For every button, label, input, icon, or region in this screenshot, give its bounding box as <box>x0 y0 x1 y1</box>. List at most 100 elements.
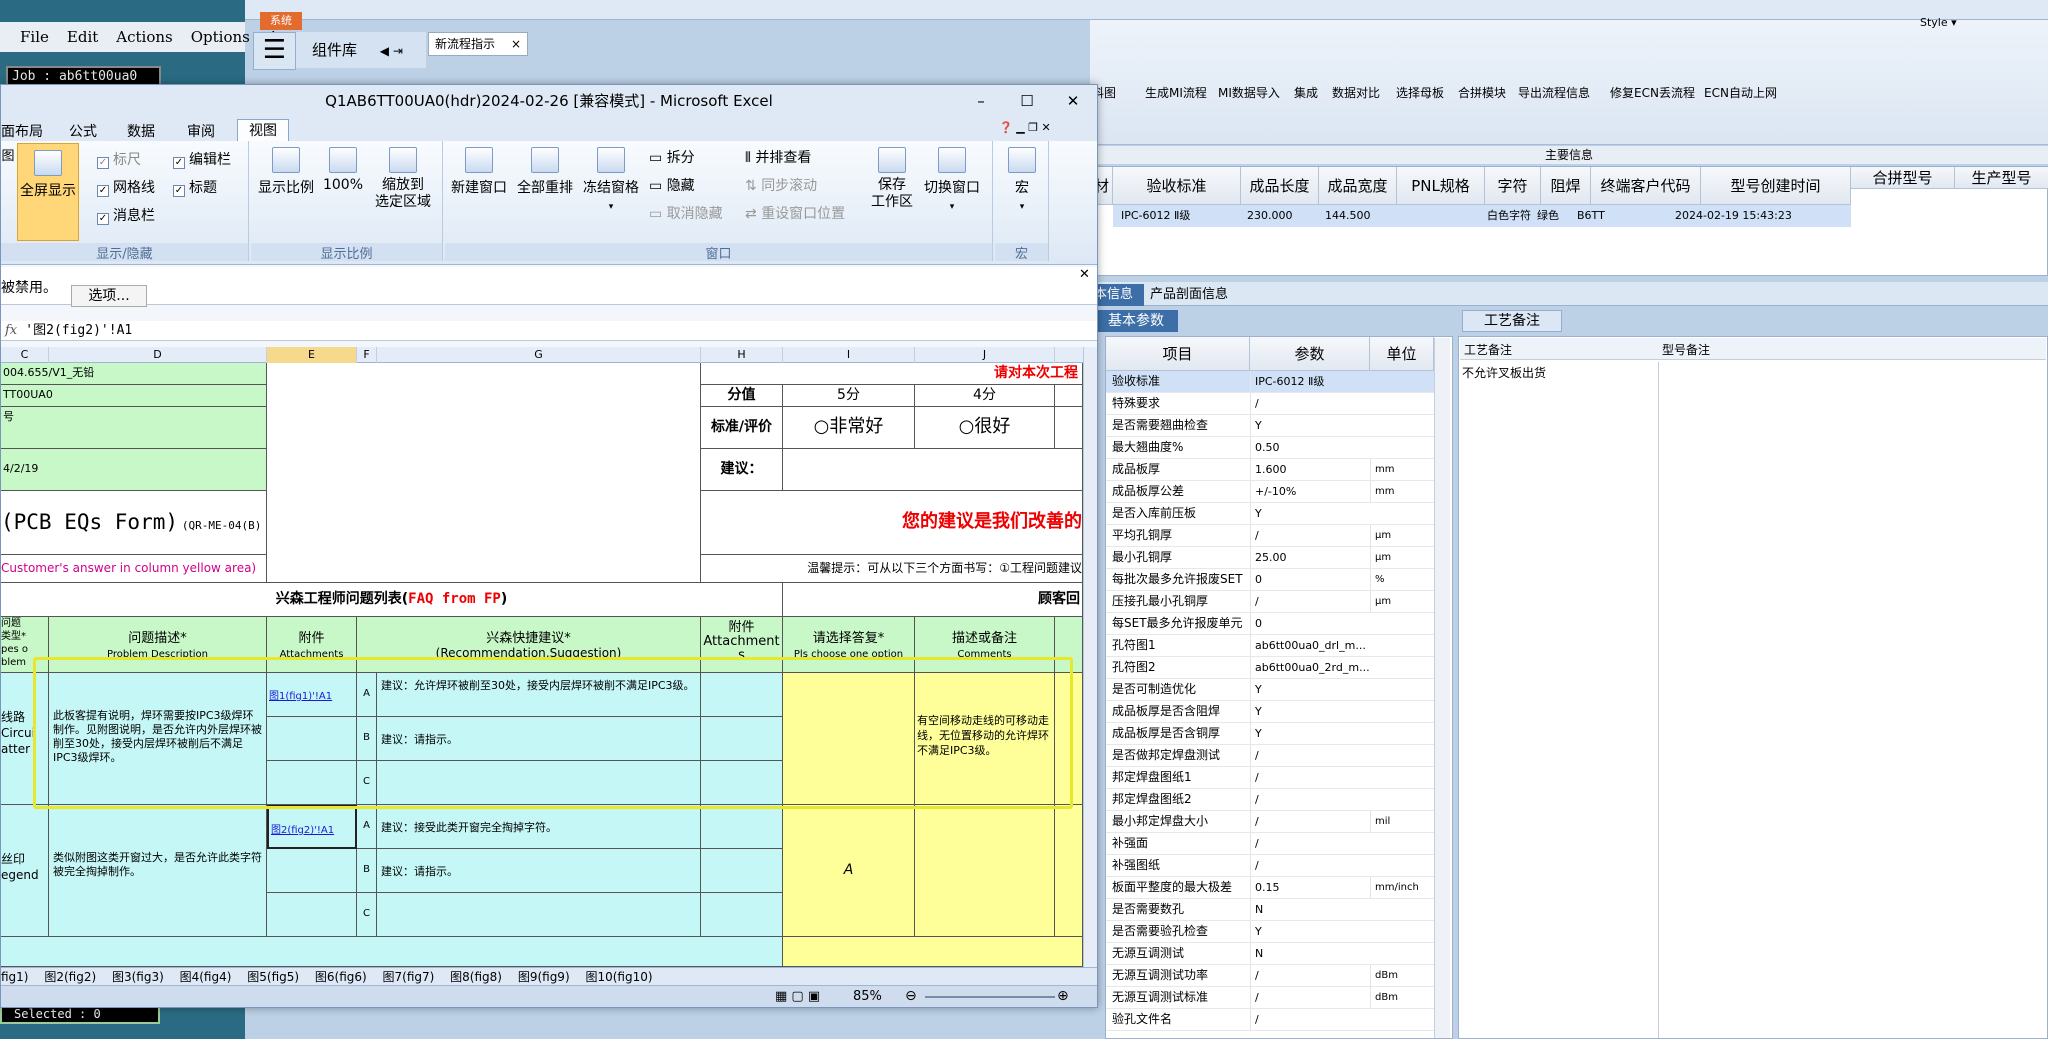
toolbar-item-1[interactable]: 生成MI流程 <box>1145 84 1207 101</box>
toolbar-item-4[interactable]: 数据对比 <box>1332 84 1380 101</box>
q3-answer[interactable] <box>783 937 1083 967</box>
toolbar-item-8[interactable]: 修复ECN丢流程 <box>1610 84 1695 101</box>
sync-scroll-button[interactable]: ⇅ 同步滚动 <box>745 175 817 195</box>
split-button[interactable]: ▭ 拆分 <box>649 147 695 167</box>
toolbar-item-5[interactable]: 选择母板 <box>1396 84 1444 101</box>
reset-position-button[interactable]: ⇄ 重设窗口位置 <box>745 203 845 223</box>
tab-basic-info[interactable]: 本信息 <box>1090 284 1144 306</box>
menu-actions[interactable]: Actions <box>116 28 172 46</box>
side-by-side-button[interactable]: ⫴ 并排查看 <box>745 147 811 167</box>
param-row[interactable]: 是否需要翘曲检查 Y <box>1106 415 1446 437</box>
sheet-tab[interactable]: 图7(fig7) <box>383 970 435 984</box>
switch-window-button[interactable]: 切换窗口 ▾ <box>917 147 987 213</box>
zoom-100-button[interactable]: 100% <box>321 147 365 193</box>
q2-attachment-link[interactable]: 图2(fig2)'!A1 <box>267 805 357 849</box>
column-header-f[interactable]: F <box>357 347 377 363</box>
param-row[interactable]: 成品板厚 1.600 mm <box>1106 459 1446 481</box>
q2-suggestion-b[interactable]: 建议：请指示。 <box>377 849 701 893</box>
view-mode-icons[interactable]: ▦ ▢ ▣ <box>775 989 820 1004</box>
q2-empty[interactable] <box>267 849 357 893</box>
param-row[interactable]: 每SET最多允许报废单元 0 <box>1106 613 1446 635</box>
new-flow-tab[interactable]: 新流程指示 × <box>428 32 528 56</box>
zoom-level[interactable]: 85% <box>853 989 882 1004</box>
hide-button[interactable]: ▭ 隐藏 <box>649 175 695 195</box>
sheet-tab[interactable]: 图5(fig5) <box>247 970 299 984</box>
param-row[interactable]: 特殊要求 / <box>1106 393 1446 415</box>
minimize-icon[interactable]: – <box>959 85 1003 117</box>
param-row[interactable]: 验收标准 IPC-6012 Ⅱ级 <box>1106 371 1446 393</box>
tab-review[interactable]: 审阅 <box>187 121 215 141</box>
q2-description[interactable]: 类似附图这类开窗过大，是否允许此类字符被完全掏掉制作。 <box>49 805 267 937</box>
tab-data[interactable]: 数据 <box>127 121 155 141</box>
param-row[interactable]: 邦定焊盘图纸2 / <box>1106 789 1446 811</box>
param-row[interactable]: 最小邦定焊盘大小 / mil <box>1106 811 1446 833</box>
ruler-checkbox[interactable]: ✓ 标尺 <box>97 149 141 169</box>
q2-attach2[interactable] <box>701 849 783 893</box>
message-bar-checkbox[interactable]: ✓ 消息栏 <box>97 205 155 225</box>
fullscreen-button[interactable]: 全屏显示 <box>17 143 79 241</box>
menu-options[interactable]: Options <box>191 28 250 46</box>
param-row[interactable]: 每批次最多允许报废SET 0% <box>1106 569 1446 591</box>
system-tab[interactable]: 系统 <box>260 12 302 30</box>
gridlines-checkbox[interactable]: ✓ 网格线 <box>97 177 155 197</box>
menu-edit[interactable]: Edit <box>67 28 98 46</box>
q2-empty[interactable] <box>267 893 357 937</box>
column-header-i[interactable]: I <box>783 347 915 363</box>
close-icon[interactable]: ✕ <box>1051 85 1095 117</box>
param-row[interactable]: 成品板厚公差 +/-10% mm <box>1106 481 1446 503</box>
sheet-tab[interactable]: 图2(fig2) <box>44 970 96 984</box>
tab-product-profile[interactable]: 产品剖面信息 <box>1150 284 1228 306</box>
process-notes-tab[interactable]: 工艺备注 <box>1462 310 1562 332</box>
q2-attach2[interactable] <box>701 893 783 937</box>
help-icon[interactable]: ❓ ▁ ❐ ✕ <box>999 121 1051 134</box>
radio-very-good[interactable]: ○非常好 <box>783 407 915 449</box>
param-row[interactable]: 是否做邦定焊盘测试 / <box>1106 745 1446 767</box>
unhide-button[interactable]: ▭ 取消隐藏 <box>649 203 723 223</box>
macro-button[interactable]: 宏 ▾ <box>999 147 1045 213</box>
param-row[interactable]: 无源互调测试功率 / dBm <box>1106 965 1446 987</box>
sheet-tab[interactable]: 图10(fig10) <box>585 970 652 984</box>
param-row[interactable]: 是否需要验孔检查 Y <box>1106 921 1446 943</box>
sheet-tab[interactable]: 图3(fig3) <box>112 970 164 984</box>
param-row[interactable]: 是否入库前压板 Y <box>1106 503 1446 525</box>
param-row[interactable]: 孔符图1 ab6tt00ua0_drl_m... <box>1106 635 1446 657</box>
param-row[interactable]: 邦定焊盘图纸1 / <box>1106 767 1446 789</box>
tab-view[interactable]: 视图 <box>237 119 289 143</box>
q2-suggestion-a[interactable]: 建议：接受此类开窗完全掏掉字符。 <box>377 805 701 849</box>
sheet-scrollbar[interactable] <box>1083 347 1097 967</box>
column-header-c[interactable]: C <box>1 347 49 363</box>
zoom-slider[interactable] <box>925 996 1055 998</box>
cell-c3[interactable]: 号 <box>1 407 267 449</box>
column-header-d[interactable]: D <box>49 347 267 363</box>
cell-c1[interactable]: 004.655/V1_无铅 <box>1 363 267 385</box>
freeze-panes-button[interactable]: 冻结窗格 ▾ <box>579 147 643 213</box>
column-header-h[interactable]: H <box>701 347 783 363</box>
cell-c4[interactable]: 4/2/19 <box>1 449 267 491</box>
q2-answer[interactable]: A <box>783 805 915 937</box>
toolbar-item-9[interactable]: ECN自动上网 <box>1704 84 1777 101</box>
q3-row[interactable] <box>1 937 783 967</box>
new-window-button[interactable]: 新建窗口 <box>449 147 509 197</box>
nav-arrow-icon[interactable]: ◀ ⇥ <box>380 44 403 58</box>
q2-suggestion-c[interactable] <box>377 893 701 937</box>
param-row[interactable]: 压接孔最小孔铜厚 / μm <box>1106 591 1446 613</box>
radio-good[interactable]: ○很好 <box>915 407 1055 449</box>
toolbar-item-7[interactable]: 导出流程信息 <box>1518 84 1590 101</box>
cell-c2[interactable]: TT00UA0 <box>1 385 267 407</box>
param-row[interactable]: 无源互调测试 N <box>1106 943 1446 965</box>
save-workspace-button[interactable]: 保存 工作区 <box>869 147 915 211</box>
param-row[interactable]: 成品板厚是否含铜厚 Y <box>1106 723 1446 745</box>
param-row[interactable]: 成品板厚是否含阻焊 Y <box>1106 701 1446 723</box>
close-icon[interactable]: ✕ <box>1079 267 1090 282</box>
column-header-g[interactable]: G <box>377 347 701 363</box>
sheet-tab[interactable]: 图6(fig6) <box>315 970 367 984</box>
zoom-in-icon[interactable]: ⊕ <box>1057 988 1069 1004</box>
menu-file[interactable]: File <box>20 28 49 46</box>
tab-page-layout[interactable]: 面布局 <box>1 121 43 141</box>
param-row[interactable]: 无源互调测试标准 / dBm <box>1106 987 1446 1009</box>
toolbar-item-2[interactable]: MI数据导入 <box>1218 84 1280 101</box>
param-row[interactable]: 验孔文件名 / <box>1106 1009 1446 1031</box>
sheet-tab[interactable]: 图4(fig4) <box>180 970 232 984</box>
param-row[interactable]: 是否需要数孔 N <box>1106 899 1446 921</box>
params-scrollbar[interactable] <box>1434 338 1450 1038</box>
